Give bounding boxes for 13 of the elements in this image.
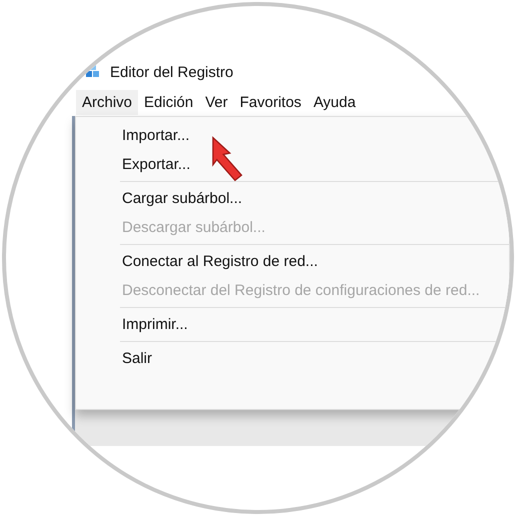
menu-bar-item[interactable]: Edición <box>138 90 200 114</box>
menu-item[interactable]: Importar... <box>122 121 190 150</box>
menu-item[interactable]: Cargar subárbol... <box>122 184 242 213</box>
window-title: Editor del Registro <box>110 64 234 80</box>
menu-item[interactable]: Salir <box>122 344 152 373</box>
menu-item[interactable]: Imprimir... <box>122 310 188 339</box>
menu-bar-item[interactable]: Archivo <box>76 90 138 114</box>
menu-item[interactable]: Exportar... <box>122 150 190 179</box>
menu-item[interactable]: Conectar al Registro de red... <box>122 247 318 276</box>
menu-bar-item[interactable]: Ver <box>199 90 234 114</box>
menu-bar-item[interactable]: Favoritos <box>234 90 308 114</box>
registry-icon <box>86 65 102 79</box>
menu-bar-item[interactable]: Ayuda <box>307 90 362 114</box>
